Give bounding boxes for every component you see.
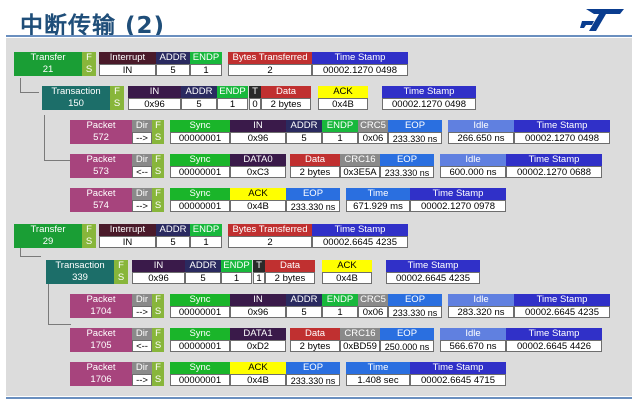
transaction-id-cell: Transaction 150 [42,86,110,110]
sync-cell: Sync 00000001 [170,188,230,212]
st-logo-icon [580,9,624,31]
transaction-id-cell: Transaction 339 [46,260,114,284]
f-flag: FS [152,328,164,352]
sync-cell: Sync 00000001 [170,120,230,144]
packet-id-cell: Packet 572 [70,120,132,144]
data-cell: Data 2 bytes [261,86,311,110]
endp-cell: ENDP 1 [322,294,358,318]
eop-cell: EOP 233.330 ns [286,188,340,212]
pid-cell: IN 0x96 [230,120,286,144]
eop-cell: EOP 233.330 ns [388,120,442,144]
eop-cell: EOP 250.000 ns [380,328,434,352]
trace-panel: Transfer 21 FS Interrupt IN ADDR 5 ENDP 1 By… [6,38,632,396]
packet-id-cell: Packet 574 [70,188,132,212]
idle-cell: Idle 566.670 ns [440,328,506,352]
endp-cell: ENDP 1 [190,52,222,76]
crc-cell: CRC16 0x3E5A [340,154,380,178]
time-cell: Time 1.408 sec [346,362,410,386]
tree-connector [44,115,71,161]
packet-id-cell: Packet 1704 [70,294,132,318]
dir-cell: Dir --> [132,362,152,386]
bytes-transferred-cell: Bytes Transferred 2 [228,52,312,76]
packet-id-cell: Packet 573 [70,154,132,178]
eop-cell: EOP 233.330 ns [388,294,442,318]
endp-cell: ENDP 1 [217,86,248,110]
bytes-transferred-cell: Bytes Transferred 2 [228,224,312,248]
pid-cell: ACK 0x4B [230,362,286,386]
pid-cell: IN 0x96 [230,294,286,318]
pid-cell: ACK 0x4B [230,188,286,212]
eop-cell: EOP 233.330 ns [286,362,340,386]
f-flag: FS [110,86,124,110]
f-flag: FS [152,154,164,178]
dir-cell: Dir --> [132,120,152,144]
timestamp-cell: Time Stamp 00002.6645 4235 [514,294,610,318]
addr-cell: ADDR 5 [286,120,322,144]
timestamp-cell: Time Stamp 00002.1270 0688 [506,154,602,178]
toggle-cell: T0 [249,86,261,110]
transfer-id-cell: Transfer 21 [14,52,82,76]
pid-cell: DATA1 0xD2 [230,328,286,352]
idle-cell: Idle 266.650 ns [448,120,514,144]
crc-cell: CRC16 0xBD59 [340,328,380,352]
f-flag: FS [152,362,164,386]
timestamp-cell: Time Stamp 00002.1270 0498 [382,86,476,110]
f-flag: FS [152,294,164,318]
f-flag: FS [152,188,164,212]
timestamp-cell: Time Stamp 00002.6645 4235 [312,224,408,248]
sync-cell: Sync 00000001 [170,362,230,386]
addr-cell: ADDR 5 [181,86,217,110]
in-cell: IN 0x96 [128,86,181,110]
data-cell: Data 2 bytes [265,260,315,284]
time-cell: Time 671.929 ms [346,188,410,212]
f-flag: FS [114,260,128,284]
timestamp-cell: Time Stamp 00002.6645 4715 [410,362,506,386]
data-cell: Data 2 bytes [290,154,340,178]
ack-cell: ACK 0x4B [322,260,372,284]
addr-cell: ADDR 5 [286,294,322,318]
endp-cell: ENDP 1 [322,120,358,144]
crc-cell: CRC5 0x06 [358,120,388,144]
transfer-id-cell: Transfer 29 [14,224,82,248]
packet-id-cell: Packet 1706 [70,362,132,386]
tree-connector [20,78,39,93]
data-cell: Data 2 bytes [290,328,340,352]
addr-cell: ADDR 5 [156,224,190,248]
dir-cell: Dir --> [132,294,152,318]
title-rule [6,35,632,37]
sync-cell: Sync 00000001 [170,328,230,352]
timestamp-cell: Time Stamp 00002.6645 4235 [386,260,480,284]
toggle-cell: T1 [253,260,265,284]
timestamp-cell: Time Stamp 00002.1270 0498 [514,120,610,144]
addr-cell: ADDR 5 [185,260,221,284]
in-cell: IN 0x96 [132,260,185,284]
f-flag: FS [82,224,96,248]
interrupt-cell: Interrupt IN [99,52,156,76]
f-flag: FS [82,52,96,76]
timestamp-cell: Time Stamp 00002.1270 0498 [312,52,408,76]
endp-cell: ENDP 1 [221,260,252,284]
footer-rule [6,397,632,399]
timestamp-cell: Time Stamp 00002.1270 0978 [410,188,506,212]
interrupt-cell: Interrupt IN [99,224,156,248]
dir-cell: Dir <-- [132,328,152,352]
eop-cell: EOP 233.330 ns [380,154,434,178]
idle-cell: Idle 283.320 ns [448,294,514,318]
dir-cell: Dir --> [132,188,152,212]
addr-cell: ADDR 5 [156,52,190,76]
dir-cell: Dir <-- [132,154,152,178]
f-flag: FS [152,120,164,144]
timestamp-cell: Time Stamp 00002.6645 4426 [506,328,602,352]
sync-cell: Sync 00000001 [170,154,230,178]
idle-cell: Idle 600.000 ns [440,154,506,178]
ack-cell: ACK 0x4B [318,86,368,110]
endp-cell: ENDP 1 [190,224,222,248]
tree-connector [48,279,71,325]
sync-cell: Sync 00000001 [170,294,230,318]
pid-cell: DATA0 0xC3 [230,154,286,178]
crc-cell: CRC5 0x06 [358,294,388,318]
packet-id-cell: Packet 1705 [70,328,132,352]
